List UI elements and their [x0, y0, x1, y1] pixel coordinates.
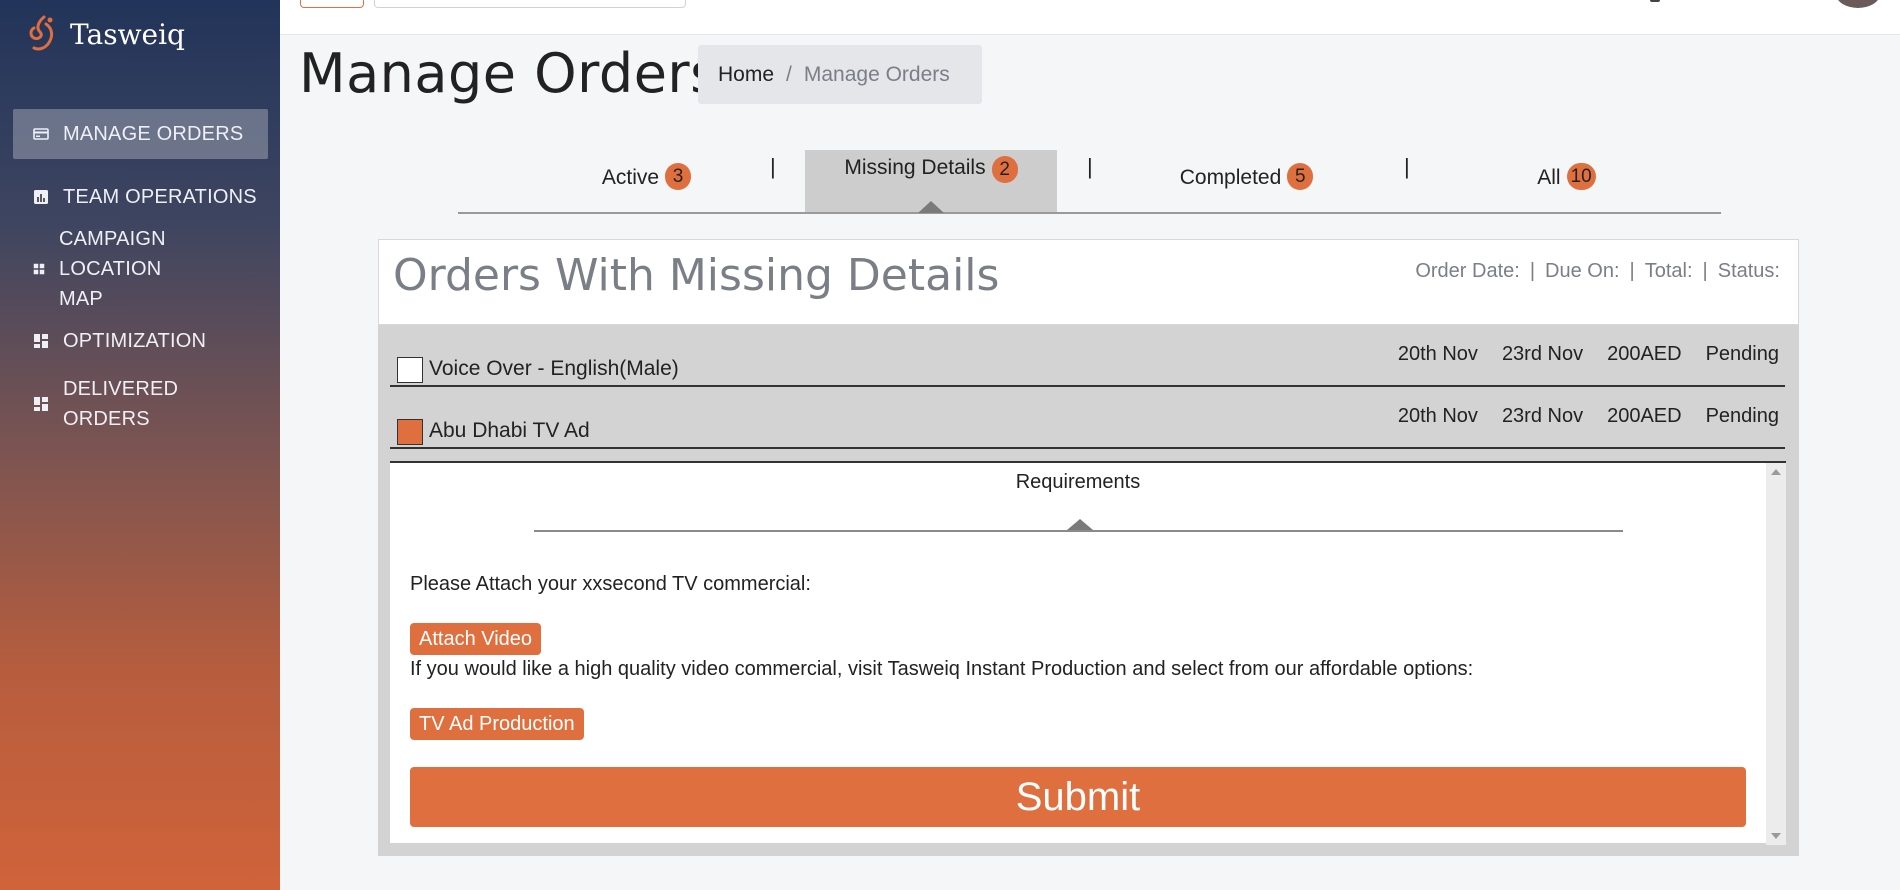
bar-chart-icon	[34, 190, 48, 204]
search-input[interactable]	[374, 0, 686, 8]
order-row[interactable]: Abu Dhabi TV Ad 20th Nov 23rd Nov 200AED…	[390, 389, 1785, 449]
tasweiq-logo-icon	[29, 15, 54, 51]
tab-label: Active	[601, 166, 660, 189]
brand-name: Tasweiq	[70, 17, 185, 51]
tab-active[interactable]: Active 3	[540, 150, 753, 212]
tab-separator: |	[1087, 154, 1093, 179]
dashboard-icon	[34, 397, 48, 411]
requirements-divider	[534, 530, 1623, 532]
sidebar-item-delivered-orders[interactable]: DELIVERED ORDERS	[13, 378, 268, 430]
tab-separator: |	[1404, 154, 1410, 179]
column-header-due-on: Due On:	[1545, 260, 1620, 282]
sidebar-item-manage-orders[interactable]: MANAGE ORDERS	[13, 109, 268, 159]
page-title: Manage Orders	[299, 42, 719, 105]
sidebar-item-label: DELIVERED ORDERS	[63, 378, 179, 430]
orders-panel-header: Orders With Missing Details Order Date: …	[378, 239, 1799, 325]
sidebar-item-label: MANAGE ORDERS	[63, 123, 244, 145]
sidebar-item-campaign-location-map[interactable]: CAMPAIGN LOCATION MAP	[13, 228, 268, 310]
order-status: Pending	[1705, 405, 1779, 427]
column-separator: |	[1529, 260, 1536, 282]
order-total: 200AED	[1607, 343, 1682, 365]
column-header-total: Total:	[1644, 260, 1693, 282]
scroll-up-icon[interactable]	[1771, 469, 1781, 475]
order-checkbox[interactable]	[397, 419, 423, 445]
tab-pointer-icon	[918, 201, 944, 213]
tab-separator: |	[770, 154, 776, 179]
sidebar-item-label: TEAM OPERATIONS	[63, 186, 257, 208]
top-action-button[interactable]	[300, 0, 364, 8]
tabs-divider	[458, 212, 1721, 214]
sidebar-item-optimization[interactable]: OPTIMIZATION	[13, 316, 268, 366]
order-values: 20th Nov 23rd Nov 200AED Pending	[1374, 405, 1779, 428]
sidebar: Tasweiq MANAGE ORDERS TEAM OPERATIONS CA…	[0, 0, 280, 890]
order-name: Voice Over - English(Male)	[429, 357, 679, 380]
tab-label: All	[1537, 166, 1561, 189]
tab-all[interactable]: All 10	[1460, 150, 1673, 212]
card-icon	[33, 128, 49, 140]
order-name: Abu Dhabi TV Ad	[429, 419, 590, 442]
orders-panel-body: Voice Over - English(Male) 20th Nov 23rd…	[378, 325, 1799, 856]
column-headers: Order Date: | Due On: | Total: | Status:	[1415, 260, 1780, 283]
grid-icon	[33, 263, 45, 275]
count-badge: 5	[1287, 163, 1314, 190]
column-header-order-date: Order Date:	[1415, 260, 1520, 282]
column-separator: |	[1629, 260, 1635, 282]
column-header-status: Status:	[1717, 260, 1780, 282]
tab-requirements[interactable]: Requirements	[390, 471, 1766, 494]
attach-prompt: Please Attach your xxsecond TV commercia…	[410, 573, 811, 595]
avatar[interactable]	[1836, 0, 1880, 8]
tab-label: Missing Details	[844, 156, 986, 179]
brand[interactable]: Tasweiq	[24, 14, 185, 54]
breadcrumb-home-link[interactable]: Home	[718, 63, 774, 87]
tv-ad-production-button[interactable]: TV Ad Production	[410, 708, 584, 740]
requirements-section: Requirements Please Attach your xxsecond…	[390, 461, 1786, 845]
order-due-date: 23rd Nov	[1501, 343, 1584, 365]
sidebar-item-label: CAMPAIGN LOCATION MAP	[59, 228, 166, 310]
order-row[interactable]: Voice Over - English(Male) 20th Nov 23rd…	[390, 327, 1785, 387]
count-badge: 10	[1566, 163, 1596, 190]
dashboard-icon	[34, 334, 48, 348]
sidebar-item-label: OPTIMIZATION	[63, 330, 207, 352]
sidebar-item-team-operations[interactable]: TEAM OPERATIONS	[13, 172, 268, 222]
order-total: 200AED	[1607, 405, 1682, 427]
tab-completed[interactable]: Completed 5	[1140, 150, 1353, 212]
top-bar	[280, 0, 1900, 35]
order-values: 20th Nov 23rd Nov 200AED Pending	[1374, 343, 1779, 366]
count-badge: 2	[991, 156, 1018, 183]
scroll-down-icon[interactable]	[1771, 833, 1781, 839]
order-date: 20th Nov	[1397, 343, 1478, 365]
order-date: 20th Nov	[1397, 405, 1478, 427]
breadcrumb-separator: /	[786, 62, 792, 86]
order-due-date: 23rd Nov	[1501, 405, 1584, 427]
count-badge: 3	[665, 163, 692, 190]
user-menu-text[interactable]	[1650, 0, 1660, 2]
tab-label: Completed	[1179, 166, 1282, 189]
order-checkbox[interactable]	[397, 357, 423, 383]
tab-pointer-icon	[1067, 519, 1093, 530]
breadcrumb: Home / Manage Orders	[698, 45, 982, 104]
column-separator: |	[1702, 260, 1708, 282]
order-status: Pending	[1705, 343, 1779, 365]
production-prompt: If you would like a high quality video c…	[410, 658, 1474, 680]
sidebar-nav: MANAGE ORDERS TEAM OPERATIONS CAMPAIGN L…	[13, 109, 268, 442]
breadcrumb-current: Manage Orders	[803, 62, 950, 86]
panel-title: Orders With Missing Details	[393, 250, 1000, 301]
attach-video-button[interactable]: Attach Video	[410, 623, 542, 655]
submit-button[interactable]: Submit	[410, 767, 1746, 827]
scrollbar[interactable]	[1766, 463, 1786, 845]
